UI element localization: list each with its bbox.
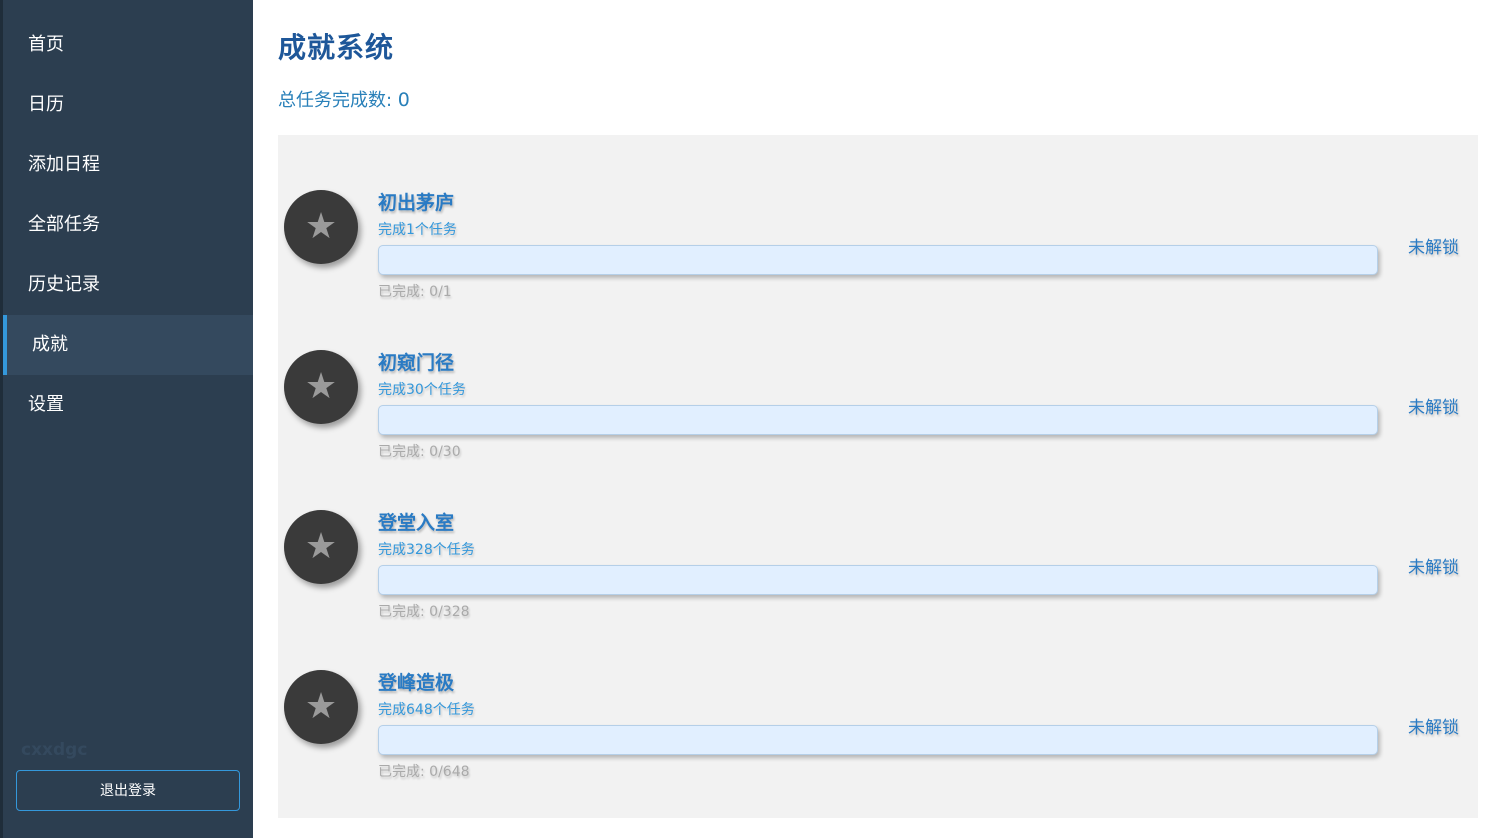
achievement-status: 未解锁 [1408,558,1459,578]
achievement-status: 未解锁 [1408,398,1459,418]
achievement-description: 完成30个任务 [378,382,466,398]
achievement-progress-bar [378,405,1378,435]
achievement-name: 初窥门径 [378,352,455,374]
star-icon: ★ [284,670,358,744]
achievement-progress-bar [378,245,1378,275]
achievement-description: 完成648个任务 [378,702,475,718]
achievement-card: ★ 初出茅庐 完成1个任务 已完成: 0/1 未解锁 [278,145,1478,305]
username-label: cxxdgc [21,740,88,760]
achievement-status: 未解锁 [1408,238,1459,258]
achievement-name: 登峰造极 [378,672,455,694]
achievement-progress-text: 已完成: 0/1 [378,284,452,300]
sidebar-item-history[interactable]: 历史记录 [3,255,253,315]
achievement-name: 登堂入室 [378,512,455,534]
achievement-card: ★ 登峰造极 完成648个任务 已完成: 0/648 未解锁 [278,625,1478,785]
achievement-name: 初出茅庐 [378,192,455,214]
achievement-description: 完成1个任务 [378,222,457,238]
total-completed-label: 总任务完成数: [278,90,398,111]
sidebar-item-achievements[interactable]: 成就 [3,315,253,375]
sidebar-item-all-tasks[interactable]: 全部任务 [3,195,253,255]
sidebar-item-calendar[interactable]: 日历 [3,75,253,135]
achievements-panel: ★ 初出茅庐 完成1个任务 已完成: 0/1 未解锁 ★ 初窥门径 完成30个任… [278,135,1478,818]
achievement-card: ★ 初窥门径 完成30个任务 已完成: 0/30 未解锁 [278,305,1478,465]
achievement-progress-text: 已完成: 0/648 [378,764,470,780]
logout-button[interactable]: 退出登录 [16,770,240,811]
total-completed: 总任务完成数: 0 [278,86,410,112]
achievement-card: ★ 登堂入室 完成328个任务 已完成: 0/328 未解锁 [278,465,1478,625]
sidebar-item-add-schedule[interactable]: 添加日程 [3,135,253,195]
star-icon: ★ [284,510,358,584]
achievement-progress-bar [378,565,1378,595]
achievement-description: 完成328个任务 [378,542,475,558]
achievement-progress-text: 已完成: 0/30 [378,444,461,460]
star-icon: ★ [284,350,358,424]
sidebar: 首页 日历 添加日程 全部任务 历史记录 成就 设置 cxxdgc 退出登录 [0,0,253,838]
sidebar-item-home[interactable]: 首页 [3,15,253,75]
achievement-progress-text: 已完成: 0/328 [378,604,470,620]
total-completed-value: 0 [397,89,410,111]
achievement-progress-bar [378,725,1378,755]
star-icon: ★ [284,190,358,264]
page-title: 成就系统 [278,31,395,64]
sidebar-item-settings[interactable]: 设置 [3,375,253,435]
sidebar-nav: 首页 日历 添加日程 全部任务 历史记录 成就 设置 [3,0,253,435]
achievement-status: 未解锁 [1408,718,1459,738]
